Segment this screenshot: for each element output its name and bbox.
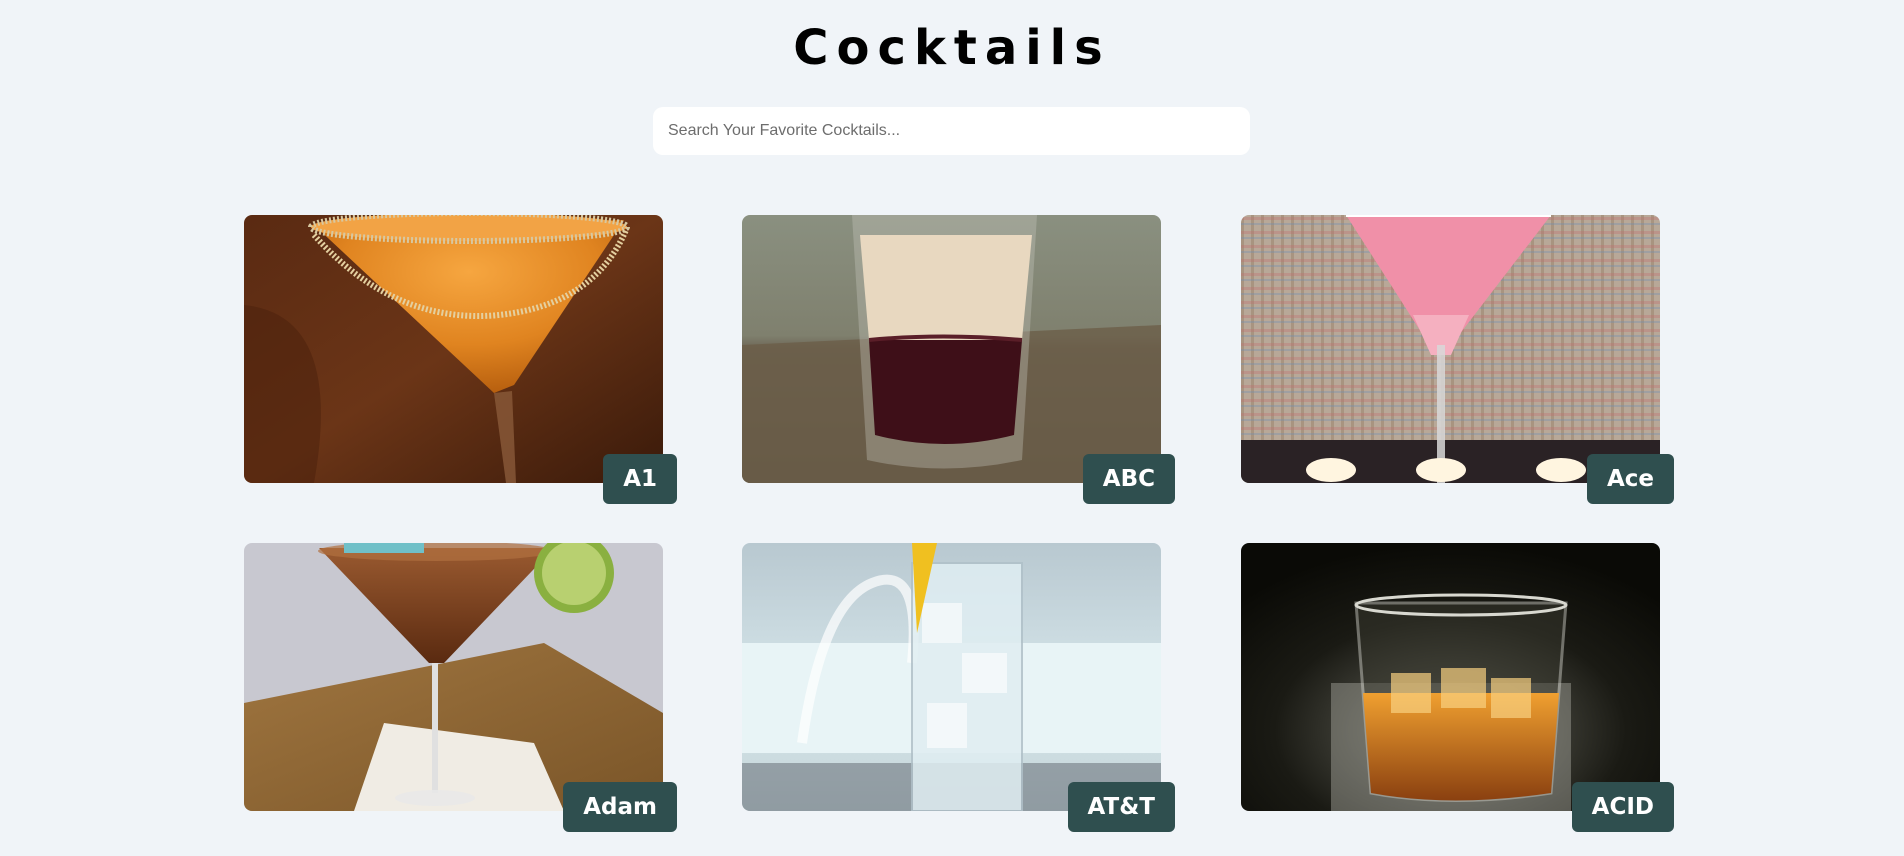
cocktail-card-adam[interactable]: Adam xyxy=(244,543,677,832)
cocktail-name-label: Adam xyxy=(563,782,677,832)
cocktail-card-ace[interactable]: Ace xyxy=(1241,215,1674,504)
page-title: Cocktails xyxy=(793,20,1111,76)
cocktail-card-acid[interactable]: ACID xyxy=(1241,543,1674,832)
search-input[interactable] xyxy=(653,107,1250,155)
cocktail-image-acid[interactable] xyxy=(1241,543,1660,811)
cocktail-name-label: A1 xyxy=(603,454,677,504)
cocktail-image-att[interactable] xyxy=(742,543,1161,811)
cocktail-name-label: AT&T xyxy=(1067,782,1175,832)
cocktail-name-label: ACID xyxy=(1571,782,1674,832)
cocktail-card-abc[interactable]: ABC xyxy=(742,215,1175,504)
cocktail-card-att[interactable]: AT&T xyxy=(742,543,1175,832)
cocktail-card-a1[interactable]: A1 xyxy=(244,215,677,504)
cocktail-name-label: Ace xyxy=(1586,454,1674,504)
cocktail-name-label: ABC xyxy=(1082,454,1175,504)
cocktail-image-ace[interactable] xyxy=(1241,215,1660,483)
cocktail-image-abc[interactable] xyxy=(742,215,1161,483)
cocktail-image-a1[interactable] xyxy=(244,215,663,483)
cocktail-image-adam[interactable] xyxy=(244,543,663,811)
